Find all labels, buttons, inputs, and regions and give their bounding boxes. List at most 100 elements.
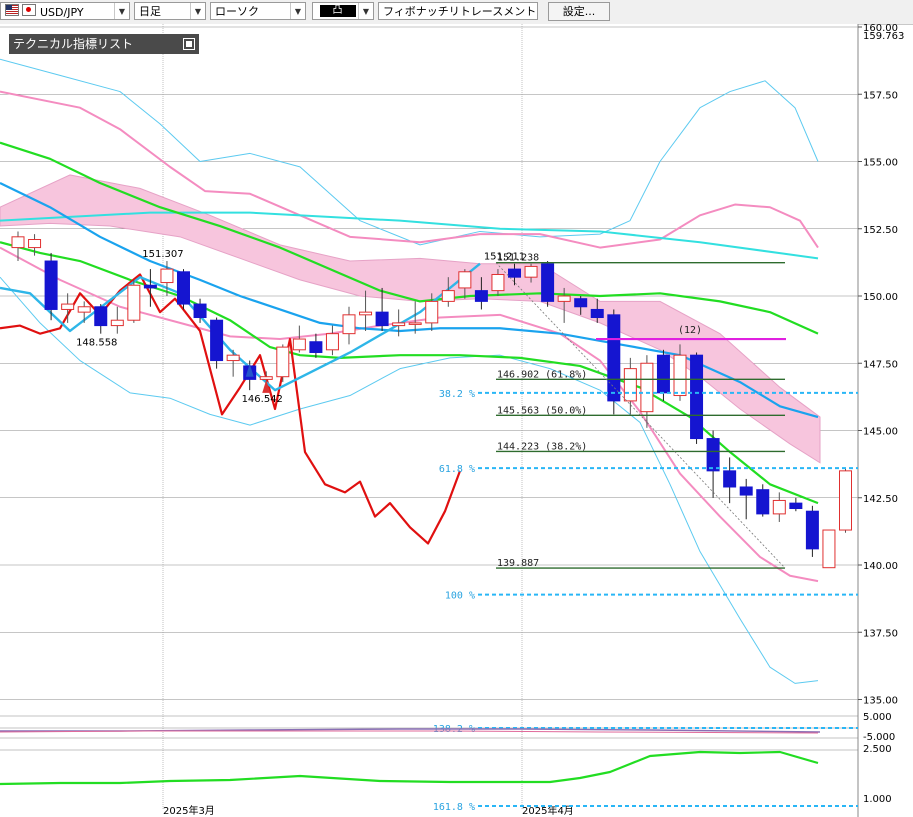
candle [28, 239, 42, 249]
drawing-tool-label: フィボナッチリトレースメント [383, 5, 537, 18]
candle [375, 311, 389, 327]
y-tick-label: 135.00 [863, 696, 898, 707]
currency-pair-label: USD/JPY [40, 5, 84, 19]
drawing-tool-field[interactable]: フィボナッチリトレースメント [378, 2, 538, 20]
chart-type-select[interactable]: ローソク ▼ [210, 2, 306, 20]
candle [77, 306, 91, 313]
candle [210, 319, 224, 362]
settings-button[interactable]: 設定... [548, 2, 610, 21]
toolbar: USD/JPY ▼ 日足 ▼ ローソク ▼ 凸 ▼ フィボナッチリトレースメント… [0, 0, 913, 25]
indicator-list-panel[interactable]: テクニカル指標リスト [9, 34, 199, 54]
candle [342, 314, 356, 335]
sub-axis-label: 5.000 [863, 712, 892, 723]
candle [226, 354, 240, 362]
candle [756, 489, 770, 515]
candle [143, 284, 157, 289]
fib-extension-label: 38.2 % [439, 389, 475, 400]
y-tick-label: 137.50 [863, 628, 898, 639]
candle [61, 303, 75, 310]
candle [425, 300, 439, 324]
candle [491, 273, 505, 292]
candle [524, 265, 538, 278]
candle [408, 322, 422, 325]
candle [623, 368, 637, 402]
y-tick-label: 150.00 [863, 292, 898, 303]
candle [656, 354, 670, 394]
candle [706, 438, 720, 472]
jp-flag-icon [22, 3, 36, 16]
y-tick-label: 142.50 [863, 494, 898, 505]
us-flag-icon [5, 3, 19, 16]
candle [392, 322, 406, 327]
panel-toggle-icon[interactable] [183, 38, 195, 50]
candle [739, 486, 753, 496]
candle [160, 268, 174, 284]
candle [673, 354, 687, 397]
candle [723, 470, 737, 488]
candle [839, 470, 852, 531]
candle [193, 303, 207, 319]
fib-level-label: 145.563 (50.0%) [497, 405, 587, 416]
timeframe-label: 日足 [139, 5, 161, 18]
y-tick-label: 140.00 [863, 561, 898, 572]
fib-extension-label: 161.8 % [433, 802, 475, 813]
candle [574, 298, 588, 308]
fib-level-label: 144.223 (38.2%) [497, 441, 587, 452]
candle [359, 311, 373, 316]
fib-extension-label: 61.8 % [439, 464, 475, 475]
candle [458, 271, 472, 289]
candle [325, 333, 339, 351]
currency-pair-select[interactable]: USD/JPY ▼ [0, 2, 130, 20]
current-price-label: 159.763 [863, 31, 904, 42]
fib-extension-label: 100 % [445, 591, 475, 602]
candle [789, 502, 803, 510]
indicator-list-title: テクニカル指標リスト [13, 37, 134, 51]
candle [259, 376, 273, 380]
sub-axis-label: 2.500 [863, 744, 892, 755]
candle [309, 341, 323, 353]
candle [44, 260, 58, 310]
swing-price-label: 151.211 [484, 252, 525, 263]
candle [94, 306, 108, 327]
drawing-mode-select[interactable]: 凸 ▼ [312, 2, 374, 20]
price-chart[interactable]: 160.00157.50155.00152.50150.00147.50145.… [0, 24, 913, 817]
drawing-mode-label: 凸 [313, 5, 358, 17]
candle [805, 510, 819, 550]
candle [441, 290, 455, 302]
y-tick-label: 152.50 [863, 225, 898, 236]
fib-level-label: 146.902 (61.8%) [497, 369, 587, 380]
candle [640, 362, 654, 413]
y-tick-label: 155.00 [863, 158, 898, 169]
swing-price-label: 148.558 [76, 338, 117, 349]
fib-level-label: 139.887 [497, 558, 539, 569]
x-tick-label: 2025年3月 [163, 804, 215, 817]
chevron-down-icon: ▼ [114, 3, 129, 19]
chevron-down-icon: ▼ [190, 3, 205, 19]
y-tick-label: 147.50 [863, 359, 898, 370]
candle [11, 236, 25, 249]
candle [508, 268, 521, 278]
y-tick-label: 145.00 [863, 427, 898, 438]
candle [177, 271, 190, 305]
swing-price-label: 146.542 [242, 394, 283, 405]
period-marker-label: (12) [678, 325, 702, 336]
candle [822, 529, 836, 569]
sub-axis-label: 1.000 [863, 794, 892, 805]
candle [607, 314, 621, 402]
candle [474, 290, 488, 302]
y-tick-label: 157.50 [863, 90, 898, 101]
candle [772, 499, 786, 515]
candle [110, 319, 124, 327]
chevron-down-icon: ▼ [358, 3, 373, 19]
candle [127, 284, 141, 321]
candle [292, 338, 306, 351]
chart-type-label: ローソク [215, 5, 259, 18]
chevron-down-icon: ▼ [290, 3, 305, 19]
candle [276, 346, 290, 378]
candle [541, 263, 555, 302]
candle [690, 354, 704, 440]
sub-axis-label: -5.000 [863, 732, 895, 743]
candle [590, 308, 604, 319]
timeframe-select[interactable]: 日足 ▼ [134, 2, 206, 20]
candle [557, 295, 571, 302]
